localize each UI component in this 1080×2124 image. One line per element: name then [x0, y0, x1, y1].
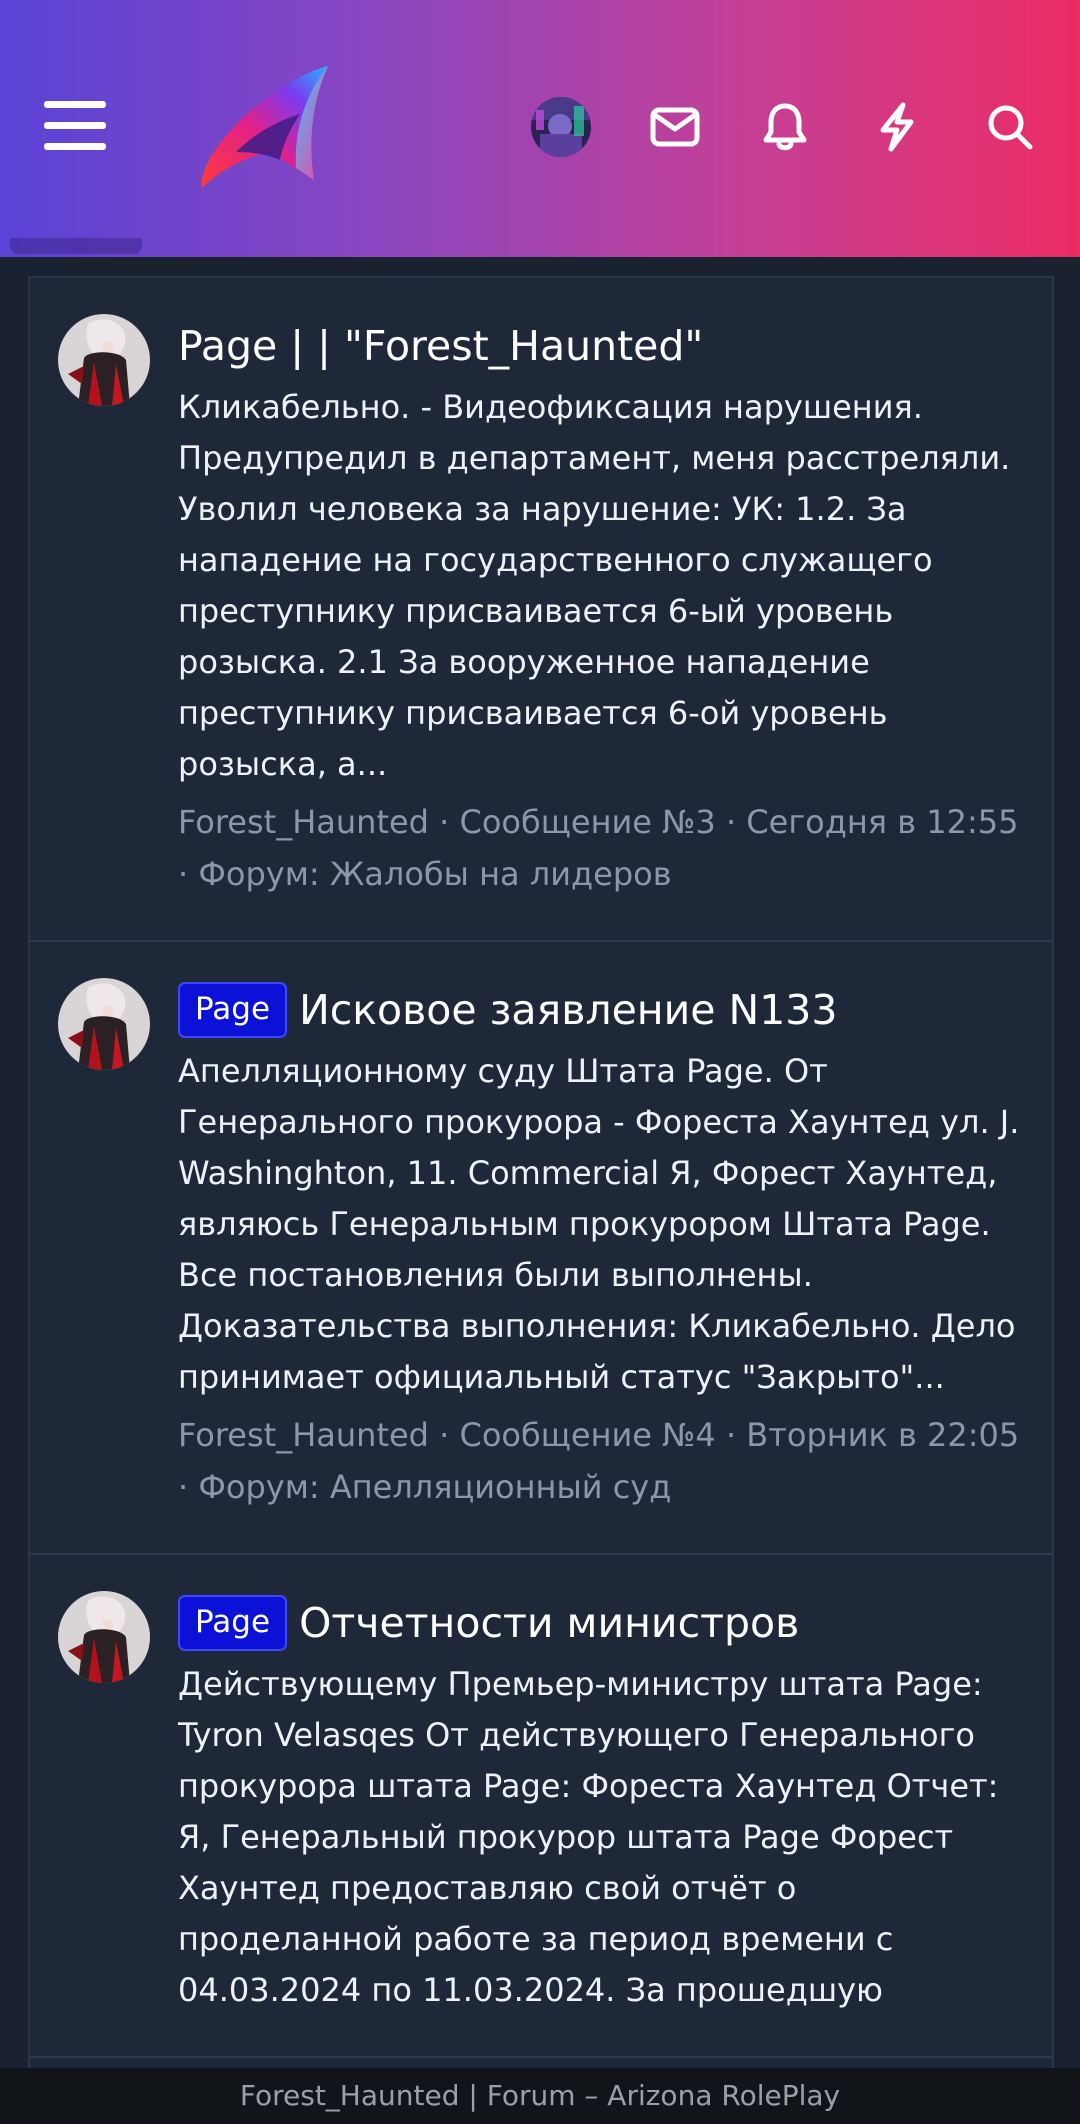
user-avatar[interactable] — [530, 96, 592, 158]
post-snippet: Апелляционному суду Штата Page. От Генер… — [178, 1052, 1020, 1396]
post-title[interactable]: Page | | "Forest_Haunted" — [178, 318, 1022, 374]
hamburger-menu-icon[interactable] — [30, 86, 120, 166]
post-snippet: Действующему Премьер-министру штата Page… — [178, 1665, 999, 2009]
search-icon[interactable] — [975, 92, 1045, 162]
prefix-badge[interactable]: Page — [178, 1595, 288, 1651]
list-item[interactable]: Page Отчетности министров Действующему П… — [30, 1555, 1052, 2058]
bolt-icon[interactable] — [862, 92, 932, 162]
post-title-text[interactable]: Отчетности министров — [299, 1595, 799, 1651]
list-item[interactable]: Page Исковое заявление N133 Апелляционно… — [30, 942, 1052, 1555]
top-app-bar — [0, 0, 1080, 257]
post-title-text[interactable]: Исковое заявление N133 — [299, 982, 837, 1038]
post-title-text[interactable]: Page | | "Forest_Haunted" — [178, 318, 703, 374]
arizona-logo[interactable] — [196, 62, 334, 192]
avatar[interactable] — [58, 1591, 150, 1683]
mail-icon[interactable] — [640, 92, 710, 162]
menu-tab-shadow — [10, 238, 142, 254]
post-meta: Forest_Haunted · Сообщение №3 · Сегодня … — [178, 803, 1019, 893]
list-item[interactable]: Page | | "Forest_Haunted" Кликабельно. -… — [30, 278, 1052, 942]
avatar[interactable] — [58, 314, 150, 406]
bell-icon[interactable] — [750, 92, 820, 162]
search-results-list: Page | | "Forest_Haunted" Кликабельно. -… — [28, 276, 1054, 2070]
post-meta: Forest_Haunted · Сообщение №4 · Вторник … — [178, 1416, 1020, 1506]
post-title[interactable]: Page Отчетности министров — [178, 1595, 1022, 1651]
prefix-badge[interactable]: Page — [178, 982, 288, 1038]
post-title[interactable]: Page Исковое заявление N133 — [178, 982, 1022, 1038]
avatar[interactable] — [58, 978, 150, 1070]
page-title-bar: Forest_Haunted | Forum – Arizona RolePla… — [0, 2068, 1080, 2124]
post-snippet: Кликабельно. - Видеофиксация нарушения. … — [178, 388, 1011, 783]
